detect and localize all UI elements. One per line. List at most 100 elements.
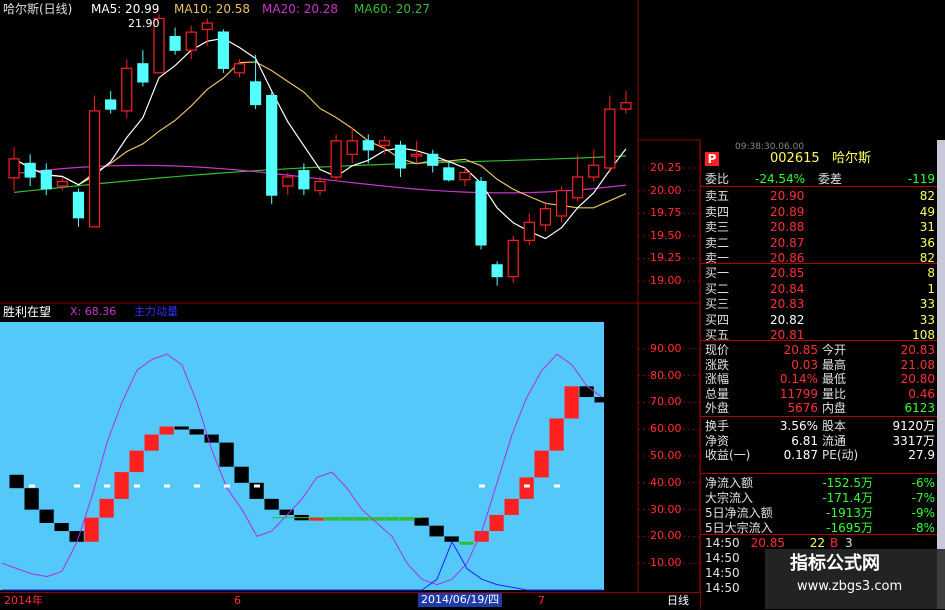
stat-label: 最低 (822, 372, 847, 386)
price-axis-label: 20.00 (650, 183, 682, 197)
candle-up (8, 158, 20, 179)
candle-up (459, 171, 471, 181)
fund-value: 0.187 (783, 448, 818, 462)
side-toolbar[interactable] (937, 140, 945, 609)
indicator-bar-down (174, 426, 189, 430)
flow-pct: -8% (911, 521, 935, 535)
flow-value: -1913万 (826, 506, 873, 520)
ask-price: 20.90 (770, 189, 805, 203)
indicator-axis-label: 70.00 (650, 395, 682, 409)
quote-separator (701, 263, 937, 264)
indicator-axis-label: 20.00 (650, 529, 682, 543)
candle-down (266, 94, 278, 196)
tick-price: 20.85 (750, 536, 785, 550)
ask-price: 20.89 (770, 204, 805, 219)
stat-value: 11799 (779, 386, 818, 401)
indicator-bar-down (579, 386, 594, 398)
indicator-pane-bg (0, 322, 604, 590)
stat-label: 最高 (822, 357, 847, 372)
x-axis-end: 7 (538, 594, 545, 607)
watermark-url: www.zbgs3.com (797, 579, 903, 594)
indicator-bar-down (459, 541, 474, 545)
candle-down (362, 140, 374, 151)
ma5-label: MA5: 20.99 (91, 2, 160, 16)
indicator-bar-up (564, 386, 579, 419)
candle-down (40, 170, 52, 190)
indicator-bar-up (489, 514, 504, 532)
stat-label: 现价 (705, 343, 730, 357)
indicator-bar-down (414, 517, 429, 526)
ask-volume: 82 (919, 189, 935, 203)
x-axis-cursor-date: 2014/06/19/四 (418, 593, 503, 607)
indicator-bar-up (504, 498, 519, 515)
candle-down (217, 31, 229, 69)
ma5-line (13, 37, 627, 240)
indicator-bar-down (234, 466, 249, 483)
bid-price: 20.85 (770, 266, 805, 280)
weicha-label: 委差 (818, 172, 843, 186)
stat-label: 外盘 (705, 401, 730, 415)
stat-value: 0.46 (908, 386, 935, 401)
level-dash (74, 484, 80, 488)
quote-separator (701, 416, 937, 417)
indicator-bar-down (219, 442, 234, 467)
candle-down (249, 81, 262, 106)
candle-up (346, 140, 358, 155)
indicator-bar-up (144, 434, 159, 451)
quote-separator (701, 186, 937, 187)
level-dash (29, 484, 35, 488)
stat-label: 涨跌 (705, 357, 730, 372)
level-dash (194, 484, 200, 488)
candle-up (411, 153, 423, 157)
candle-down (475, 180, 487, 246)
indicator-bar-down (429, 525, 444, 537)
fund-value: 3.56% (779, 419, 818, 433)
indicator-bar-down (24, 488, 39, 510)
price-axis-label: 19.25 (650, 251, 682, 265)
candle-up (185, 31, 197, 51)
price-axis-label: 19.50 (650, 228, 682, 242)
indicator-axis-label: 10.00 (650, 556, 682, 570)
stat-label: 量比 (822, 386, 847, 401)
flow-pct: -6% (911, 476, 935, 490)
candle-up (201, 22, 213, 30)
weibi-value: -24.54% (755, 172, 806, 186)
indicator-tag: 主力动量 (134, 305, 178, 318)
p-icon[interactable]: P (705, 152, 719, 166)
indicator-axis-label: 60.00 (650, 422, 682, 436)
stat-value: 20.83 (900, 343, 935, 357)
stat-value: 5676 (787, 401, 818, 415)
ask-volume: 31 (919, 220, 935, 234)
stat-label: 今开 (822, 343, 847, 357)
indicator-axis-label: 30.00 (650, 502, 682, 516)
candle-up (620, 102, 632, 110)
indicator-bar-up (159, 426, 174, 435)
indicator-bar-down (9, 474, 24, 489)
bid-volume: 1 (927, 281, 935, 296)
fund-label: PE(动) (822, 448, 859, 462)
level-dash (104, 484, 110, 488)
stock-name: 哈尔斯 (832, 151, 872, 166)
indicator-axis-label: 90.00 (650, 341, 682, 355)
candle-up (378, 140, 391, 146)
tick-time: 14:50 (705, 581, 740, 595)
ask-label: 卖四 (705, 204, 730, 219)
candle-down (137, 63, 149, 83)
fund-label: 股本 (822, 419, 847, 433)
fund-label: 流通 (822, 433, 847, 448)
candle-up (523, 221, 535, 241)
indicator-bar-down (69, 531, 84, 542)
flow-pct: -9% (911, 506, 935, 520)
fund-label: 净资 (705, 433, 730, 448)
level-dash (479, 484, 485, 488)
bid-price: 20.84 (770, 281, 805, 296)
ask-volume: 36 (919, 235, 935, 250)
flow-value: -1695万 (826, 521, 873, 535)
ma20-label: MA20: 20.28 (262, 2, 339, 16)
bid-volume: 8 (927, 266, 935, 280)
indicator-bar-up (99, 498, 114, 518)
indicator-bar-down (39, 509, 54, 523)
bid-label: 买一 (705, 266, 730, 280)
candle-up (314, 180, 326, 192)
ask-label: 卖三 (705, 220, 730, 234)
